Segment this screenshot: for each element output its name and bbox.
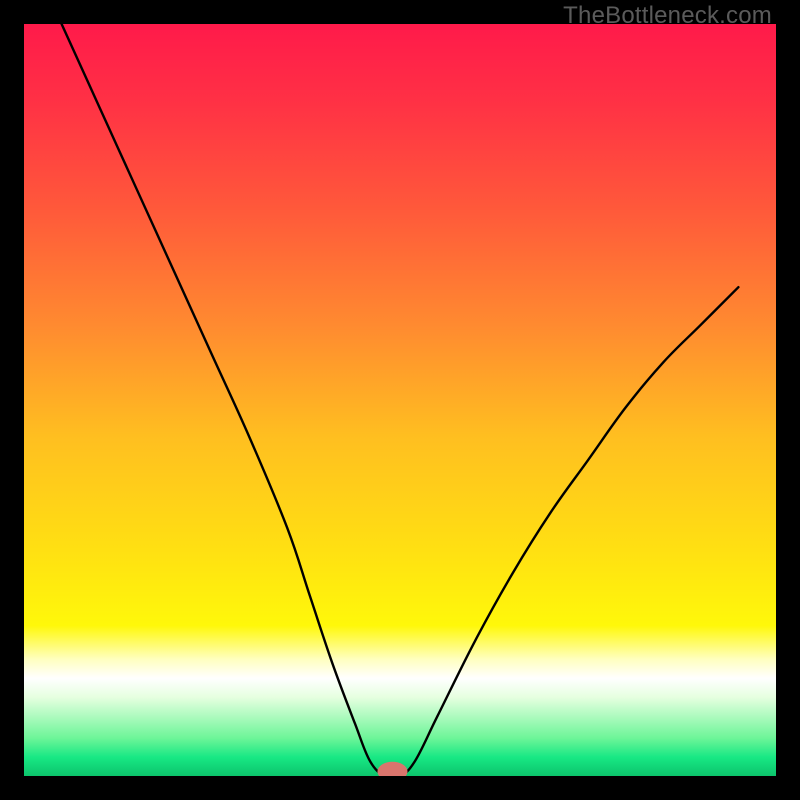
outer-frame: TheBottleneck.com bbox=[0, 0, 800, 800]
gradient-background bbox=[24, 24, 776, 776]
plot-svg bbox=[24, 24, 776, 776]
plot-area bbox=[24, 24, 776, 776]
